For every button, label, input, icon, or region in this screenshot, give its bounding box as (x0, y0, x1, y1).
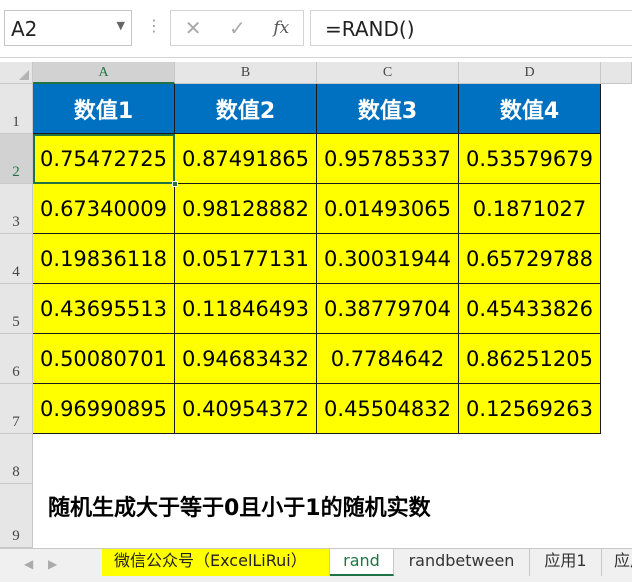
header-cell[interactable]: 数值3 (317, 84, 459, 134)
data-cell[interactable]: 0.7784642 (317, 334, 459, 384)
data-cell[interactable]: 0.11846493 (175, 284, 317, 334)
description-text: 随机生成大于等于0且小于1的随机实数 (48, 496, 431, 521)
formula-bar: A2 ▼ ⋮ ✕ ✓ fx =RAND() (0, 0, 632, 58)
row-header-5[interactable]: 5 (0, 284, 33, 334)
column-header-blank[interactable] (601, 62, 632, 84)
fill-handle[interactable] (172, 181, 178, 187)
data-cell[interactable]: 0.96990895 (33, 384, 175, 434)
row-header-4[interactable]: 4 (0, 234, 33, 284)
prev-sheet-icon[interactable]: ◀ (24, 557, 33, 571)
data-cell[interactable]: 0.67340009 (33, 184, 175, 234)
tab-rand[interactable]: rand (330, 549, 394, 576)
name-box-value: A2 (11, 17, 38, 41)
tab-app1[interactable]: 应用1 (530, 549, 602, 576)
data-cell[interactable]: 0.01493065 (317, 184, 459, 234)
data-cell[interactable]: 0.50080701 (33, 334, 175, 384)
data-cell[interactable]: 0.95785337 (317, 134, 459, 184)
row-header-7[interactable]: 7 (0, 384, 33, 434)
next-sheet-icon[interactable]: ▶ (48, 557, 57, 571)
data-cell[interactable]: 0.87491865 (175, 134, 317, 184)
data-cell[interactable]: 0.19836118 (33, 234, 175, 284)
data-cell[interactable]: 0.86251205 (459, 334, 601, 384)
header-cell[interactable]: 数值2 (175, 84, 317, 134)
select-all-button[interactable] (0, 62, 33, 84)
column-header-B[interactable]: B (175, 62, 317, 84)
formula-input[interactable]: =RAND() (310, 10, 632, 46)
chevron-down-icon[interactable]: ▼ (117, 19, 125, 32)
data-cell[interactable]: 0.75472725 (33, 134, 175, 184)
header-cell[interactable]: 数值4 (459, 84, 601, 134)
data-cell[interactable]: 0.53579679 (459, 134, 601, 184)
data-cell[interactable]: 0.45433826 (459, 284, 601, 334)
row-header-1[interactable]: 1 (0, 84, 33, 134)
enter-icon[interactable]: ✓ (229, 16, 246, 40)
row-header-9[interactable]: 9 (0, 484, 33, 548)
data-cell[interactable]: 0.12569263 (459, 384, 601, 434)
data-cell[interactable]: 0.30031944 (317, 234, 459, 284)
data-cell[interactable]: 0.98128882 (175, 184, 317, 234)
data-cell[interactable]: 0.05177131 (175, 234, 317, 284)
data-cell[interactable]: 0.43695513 (33, 284, 175, 334)
name-box[interactable]: A2 ▼ (4, 10, 132, 46)
tab-wechat[interactable]: 微信公众号（ExcelLiRui） (102, 549, 330, 576)
header-cell[interactable]: 数值1 (33, 84, 175, 134)
cancel-icon[interactable]: ✕ (185, 16, 202, 40)
row-header-3[interactable]: 3 (0, 184, 33, 234)
column-header-D[interactable]: D (459, 62, 601, 84)
tab-randbetween[interactable]: randbetween (394, 549, 530, 576)
formula-buttons: ✕ ✓ fx (170, 10, 304, 46)
data-cell[interactable]: 0.65729788 (459, 234, 601, 284)
sheet-tab-bar: ◀ ▶ 微信公众号（ExcelLiRui） rand randbetween 应… (0, 548, 632, 582)
column-header-C[interactable]: C (317, 62, 459, 84)
row-header-8[interactable]: 8 (0, 434, 33, 484)
column-header-A[interactable]: A (33, 62, 175, 84)
data-cell[interactable]: 0.1871027 (459, 184, 601, 234)
drag-handle-icon[interactable]: ⋮ (146, 16, 162, 35)
row-header-2[interactable]: 2 (0, 134, 33, 184)
data-cell[interactable]: 0.40954372 (175, 384, 317, 434)
row-header-6[interactable]: 6 (0, 334, 33, 384)
data-cell[interactable]: 0.94683432 (175, 334, 317, 384)
insert-function-icon[interactable]: fx (273, 18, 289, 38)
data-cell[interactable]: 0.45504832 (317, 384, 459, 434)
data-cell[interactable]: 0.38779704 (317, 284, 459, 334)
tab-app[interactable]: 应用 (602, 549, 632, 576)
